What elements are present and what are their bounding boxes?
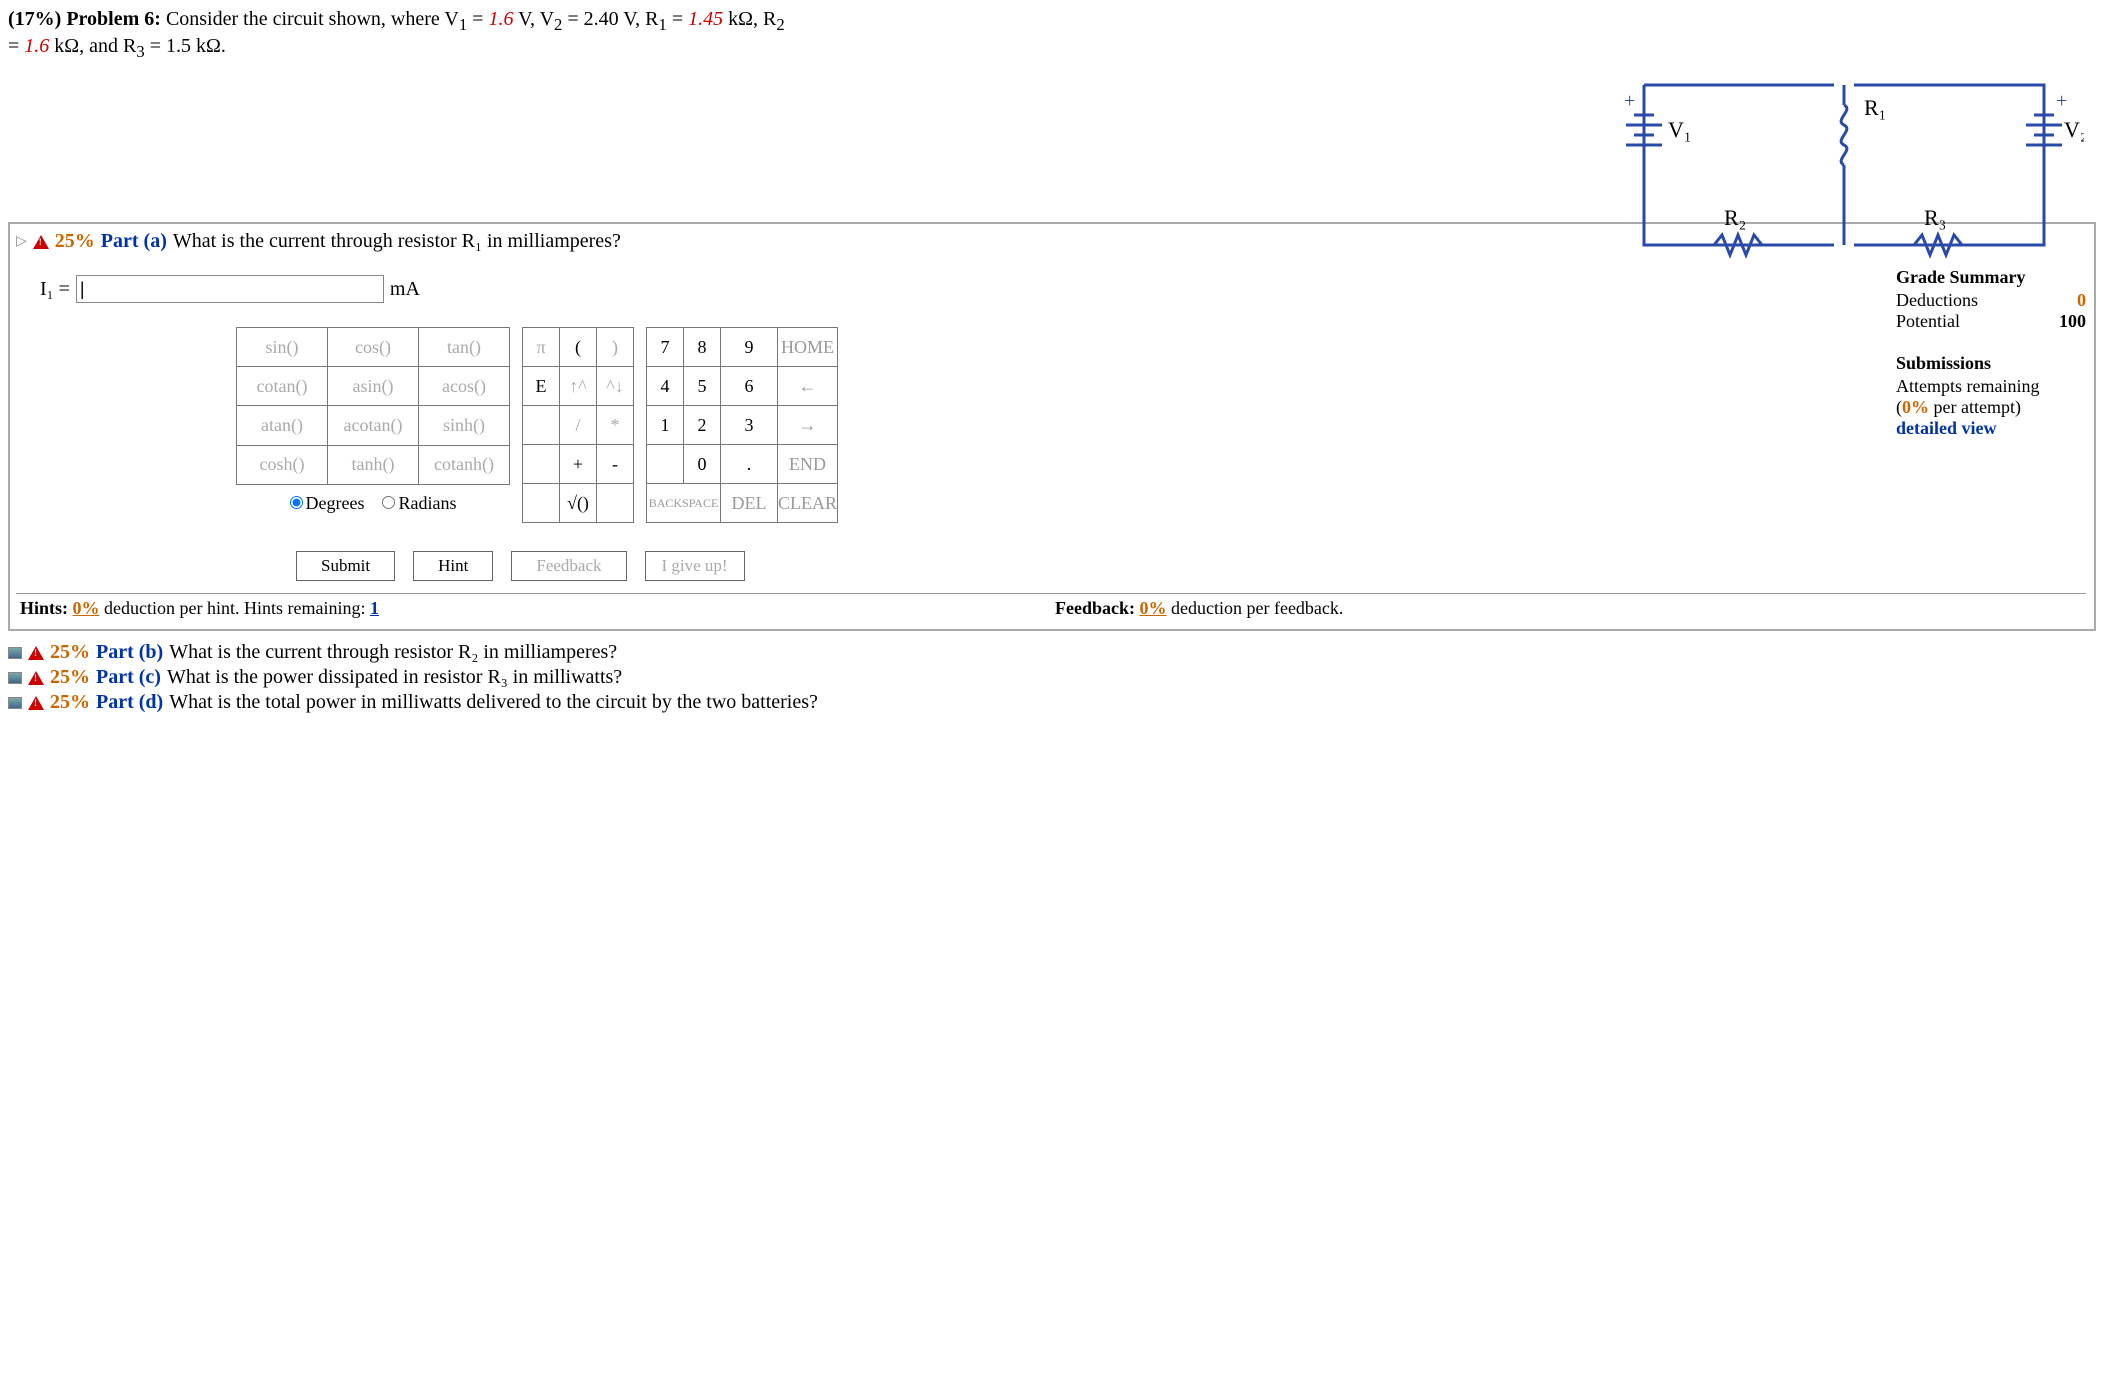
give-up-button[interactable]: I give up! xyxy=(645,551,745,581)
part-c-row[interactable]: 25% Part (c) What is the power dissipate… xyxy=(8,666,2096,689)
tan-key[interactable]: tan() xyxy=(419,328,510,367)
exp-down-key[interactable]: ^↓ xyxy=(597,367,634,406)
blank-key-2 xyxy=(523,445,560,484)
feedback-info: Feedback: 0% deduction per feedback. xyxy=(1051,594,2086,623)
warning-icon xyxy=(33,235,49,249)
plus-key[interactable]: + xyxy=(560,445,597,484)
hints-info: Hints: 0% deduction per hint. Hints rema… xyxy=(16,594,1051,623)
part-d-row[interactable]: 25% Part (d) What is the total power in … xyxy=(8,691,2096,714)
exp-up-key[interactable]: ↑^ xyxy=(560,367,597,406)
answer-unit: mA xyxy=(390,278,420,301)
pi-key[interactable]: π xyxy=(523,328,560,367)
r2-label: R₂ xyxy=(1724,205,1746,230)
other-parts-list: 25% Part (b) What is the current through… xyxy=(8,641,2096,714)
acos-key[interactable]: acos() xyxy=(419,367,510,406)
radians-radio[interactable]: Radians xyxy=(382,493,456,513)
div-key[interactable]: / xyxy=(560,406,597,445)
asin-key[interactable]: asin() xyxy=(328,367,419,406)
key-5[interactable]: 5 xyxy=(684,367,721,406)
cos-key[interactable]: cos() xyxy=(328,328,419,367)
answer-input[interactable] xyxy=(76,275,384,303)
clear-key[interactable]: CLEAR xyxy=(778,484,838,523)
svg-text:+: + xyxy=(1624,90,1635,112)
mul-key[interactable]: * xyxy=(597,406,634,445)
grade-summary-panel: Grade Summary Deductions0 Potential100 S… xyxy=(1884,267,2086,593)
answer-var: I₁ = xyxy=(40,278,70,301)
warning-icon xyxy=(28,671,44,685)
key-3[interactable]: 3 xyxy=(721,406,778,445)
right-key[interactable]: → xyxy=(778,406,838,445)
square-icon xyxy=(8,672,22,684)
atan-key[interactable]: atan() xyxy=(237,406,328,445)
blank-key-3 xyxy=(523,484,560,523)
part-a-label: Part (a) xyxy=(101,230,167,253)
triangle-icon[interactable]: ▷ xyxy=(16,233,27,250)
square-icon xyxy=(8,647,22,659)
sin-key[interactable]: sin() xyxy=(237,328,328,367)
problem-label: Problem 6: xyxy=(66,8,161,30)
problem-weight: (17%) xyxy=(8,8,61,30)
warning-icon xyxy=(28,646,44,660)
key-2[interactable]: 2 xyxy=(684,406,721,445)
sinh-key[interactable]: sinh() xyxy=(419,406,510,445)
degrees-radio[interactable]: Degrees xyxy=(290,493,365,513)
r1-label: R₁ xyxy=(1864,95,1886,120)
key-6[interactable]: 6 xyxy=(721,367,778,406)
cotan-key[interactable]: cotan() xyxy=(237,367,328,406)
potential-value: 100 xyxy=(2059,311,2086,332)
lparen-key[interactable]: ( xyxy=(560,328,597,367)
r3-label: R₃ xyxy=(1924,205,1946,230)
r1-value: 1.45 xyxy=(688,8,723,30)
cotanh-key[interactable]: cotanh() xyxy=(419,445,510,484)
e-key[interactable]: E xyxy=(523,367,560,406)
hints-feedback-row: Hints: 0% deduction per hint. Hints rema… xyxy=(16,593,2086,623)
feedback-button[interactable]: Feedback xyxy=(511,551,626,581)
v1-label: V₁ xyxy=(1668,117,1692,142)
submit-button[interactable]: Submit xyxy=(296,551,395,581)
key-7[interactable]: 7 xyxy=(647,328,684,367)
symbol-keypad: π() E↑^^↓ /* +- √() xyxy=(522,327,634,523)
minus-key[interactable]: - xyxy=(597,445,634,484)
square-icon xyxy=(8,697,22,709)
deductions-value: 0 xyxy=(2077,290,2086,311)
circuit-diagram: + + V₁ V₂ R₁ R₂ R₃ xyxy=(1604,45,2084,291)
hint-button[interactable]: Hint xyxy=(413,551,493,581)
v2-label: V₂ xyxy=(2064,117,2084,142)
key-9[interactable]: 9 xyxy=(721,328,778,367)
v1-value: 1.6 xyxy=(488,8,513,30)
blank-key xyxy=(523,406,560,445)
number-keypad: 789HOME 456← 123→ 0.END BACKSPACEDELCLEA… xyxy=(646,327,838,523)
r2-value: 1.6 xyxy=(24,35,49,57)
key-8[interactable]: 8 xyxy=(684,328,721,367)
home-key[interactable]: HOME xyxy=(778,328,838,367)
warning-icon xyxy=(28,696,44,710)
rparen-key[interactable]: ) xyxy=(597,328,634,367)
left-key[interactable]: ← xyxy=(778,367,838,406)
function-keypad: sin()cos()tan() cotan()asin()acos() atan… xyxy=(236,327,510,523)
key-dot[interactable]: . xyxy=(721,445,778,484)
submissions-title: Submissions xyxy=(1896,353,2086,374)
sqrt-key[interactable]: √() xyxy=(560,484,597,523)
svg-text:+: + xyxy=(2056,90,2067,112)
backspace-key[interactable]: BACKSPACE xyxy=(647,484,721,523)
cosh-key[interactable]: cosh() xyxy=(237,445,328,484)
part-a-weight: 25% xyxy=(55,230,95,253)
acotan-key[interactable]: acotan() xyxy=(328,406,419,445)
key-4[interactable]: 4 xyxy=(647,367,684,406)
detailed-view-link[interactable]: detailed view xyxy=(1896,418,1997,438)
part-b-row[interactable]: 25% Part (b) What is the current through… xyxy=(8,641,2096,664)
del-key[interactable]: DEL xyxy=(721,484,778,523)
per-attempt-pct: 0% xyxy=(1902,397,1929,417)
tanh-key[interactable]: tanh() xyxy=(328,445,419,484)
part-a-question: What is the current through resistor R₁ … xyxy=(173,230,621,253)
end-key[interactable]: END xyxy=(778,445,838,484)
key-1[interactable]: 1 xyxy=(647,406,684,445)
key-0[interactable]: 0 xyxy=(684,445,721,484)
